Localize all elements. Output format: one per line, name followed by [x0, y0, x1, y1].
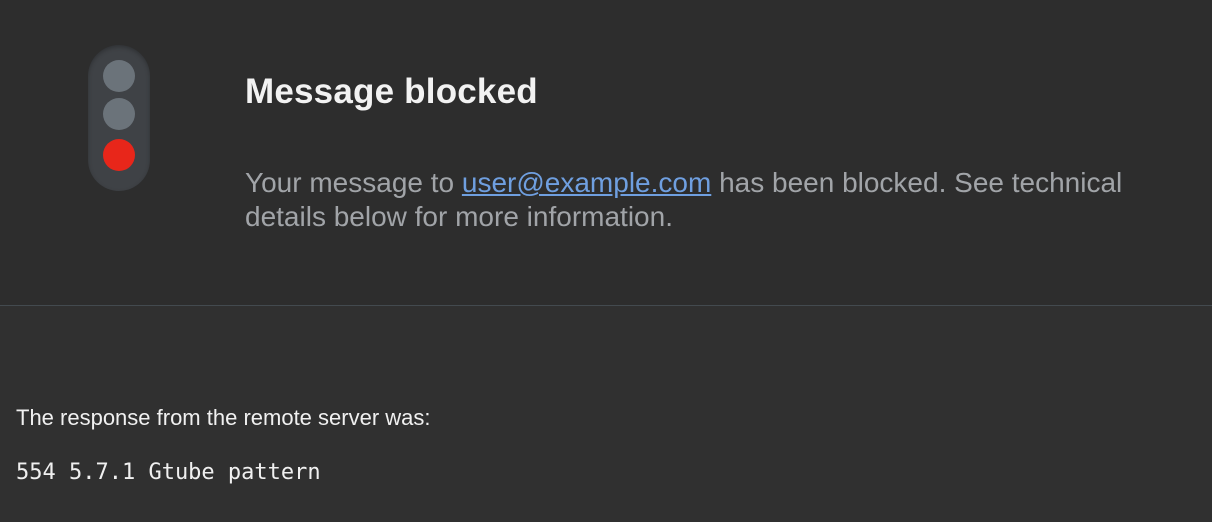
response-label: The response from the remote server was:	[16, 405, 431, 430]
page-title: Message blocked	[245, 72, 538, 111]
traffic-light-icon	[88, 45, 150, 191]
blocked-message: Your message to user@example.com has bee…	[245, 166, 1145, 234]
recipient-email-link[interactable]: user@example.com	[462, 167, 711, 198]
response-code: 554 5.7.1 Gtube pattern	[16, 460, 321, 485]
traffic-light-middle-lamp	[103, 98, 135, 130]
traffic-light-top-lamp	[103, 60, 135, 92]
message-prefix: Your message to	[245, 167, 462, 198]
message-blocked-header: Message blocked Your message to user@exa…	[0, 0, 1212, 306]
traffic-light-red-lamp	[103, 139, 135, 171]
